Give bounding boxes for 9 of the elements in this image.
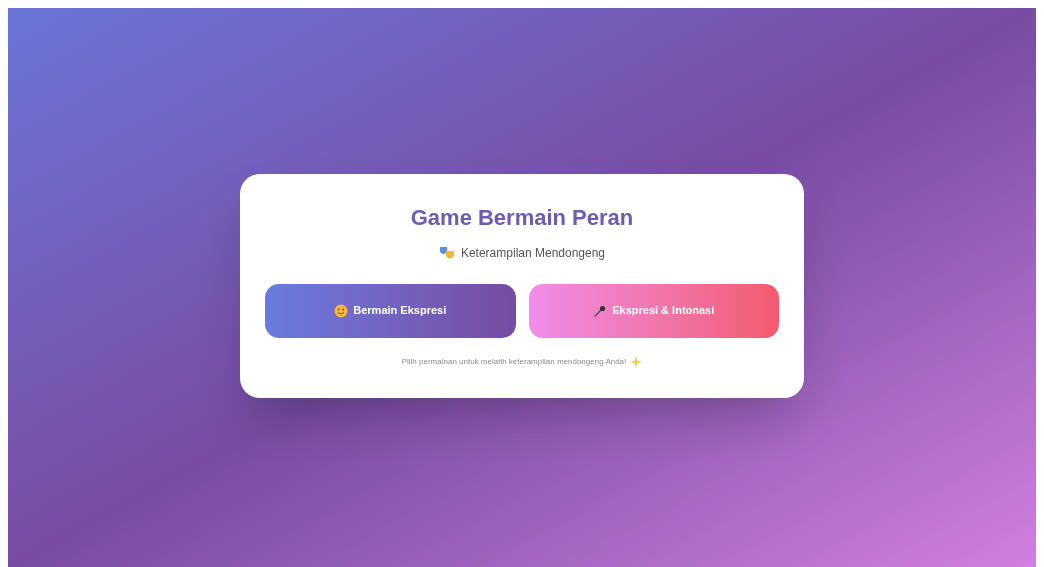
game-button[interactable]: Bermain Ekspresi (265, 283, 516, 338)
theater-masks-icon (438, 244, 455, 261)
game-button[interactable]: Ekspresi & Intonasi (528, 283, 779, 338)
footer-text: Pilih permainan untuk melatih keterampilan mendongeng Anda! (401, 355, 627, 368)
subtitle: Keterampilan Mendongeng (460, 244, 606, 262)
title: Game Bermain Peran (410, 204, 634, 232)
sparkle-icon (630, 355, 643, 368)
smiley-icon (334, 303, 349, 318)
microphone-icon (593, 303, 608, 318)
